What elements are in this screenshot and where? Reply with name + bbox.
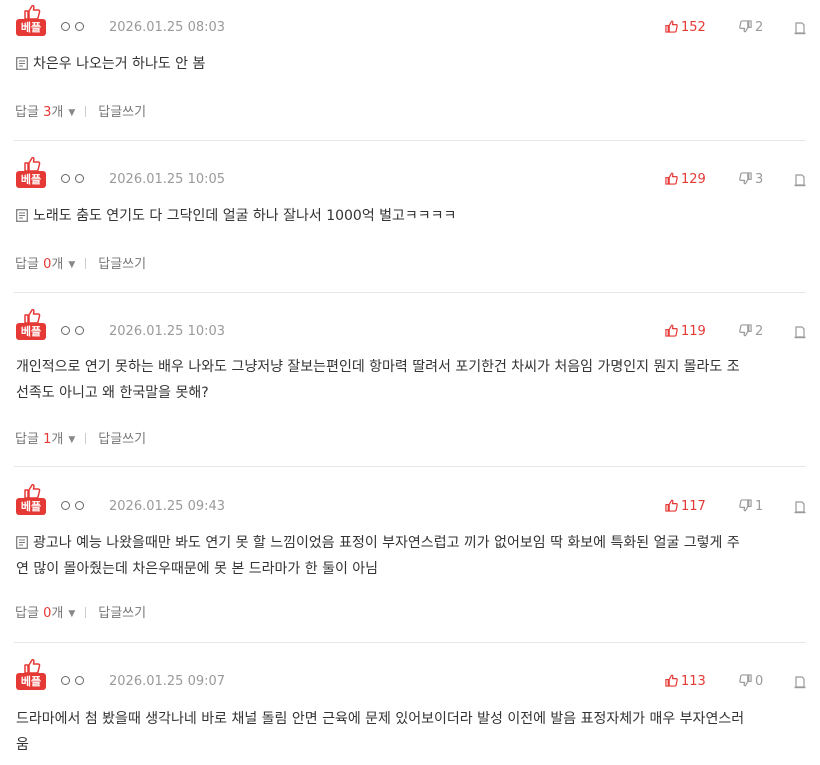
nickname[interactable]	[61, 19, 89, 33]
comment-date: 2026.01.25 10:03	[109, 324, 226, 339]
comment-date: 2026.01.25 09:07	[109, 674, 226, 689]
comment-date: 2026.01.25 08:03	[109, 20, 226, 35]
report-icon[interactable]	[793, 500, 807, 514]
thumbs-up-icon	[24, 156, 41, 172]
write-reply-link[interactable]: 답글쓰기	[98, 105, 146, 120]
like-count: 129	[681, 172, 706, 187]
thumbs-up-icon	[665, 674, 678, 687]
divider	[14, 642, 806, 643]
comment-actions: 답글 0개 ▼ 답글쓰기	[15, 602, 146, 621]
document-icon	[16, 209, 28, 222]
write-reply-link[interactable]: 답글쓰기	[98, 257, 146, 272]
dislike-button[interactable]: 3	[739, 172, 763, 187]
best-comment-badge: 베플	[16, 4, 46, 36]
comment-body: 개인적으로 연기 못하는 배우 나와도 그냥저냥 잘보는편인데 항마력 딸려서 …	[16, 359, 740, 401]
thumbs-down-icon	[739, 172, 752, 185]
comment-item: 베플 2026.01.25 09:07 113 0 드라마에서 첨 봤을때 생각…	[0, 654, 820, 765]
like-button[interactable]: 113	[665, 674, 706, 689]
comment-body: 노래도 춤도 연기도 다 그닥인데 얼굴 하나 잘나서 1000억 벌고ㅋㅋㅋㅋ	[16, 203, 746, 229]
comment-item: 베플 2026.01.25 08:03 152 2 차은우 나오는거 하나도 안…	[0, 0, 820, 141]
like-count: 117	[681, 499, 706, 514]
nickname[interactable]	[61, 171, 89, 185]
best-comment-badge: 베플	[16, 308, 46, 340]
comment-item: 베플 2026.01.25 09:43 117 1 광고나 예능 나왔을때만 봐…	[0, 479, 820, 643]
comment-item: 베플 2026.01.25 10:05 129 3 노래도 춤도 연기도 다 그…	[0, 152, 820, 293]
comment-body: 차은우 나오는거 하나도 안 봄	[16, 51, 746, 77]
dislike-count: 1	[755, 499, 764, 514]
thumbs-down-icon	[739, 499, 752, 512]
reply-toggle[interactable]: 답글 3개 ▼	[15, 105, 75, 120]
chevron-down-icon: ▼	[68, 435, 76, 445]
dislike-count: 3	[755, 172, 764, 187]
best-comment-badge: 베플	[16, 658, 46, 690]
like-count: 119	[681, 324, 706, 339]
document-icon	[16, 536, 28, 549]
dislike-count: 2	[755, 20, 764, 35]
comment-body: 드라마에서 첨 봤을때 생각나네 바로 채널 돌림 안면 근육에 문제 있어보이…	[16, 711, 745, 753]
write-reply-link[interactable]: 답글쓰기	[98, 432, 146, 447]
comment-date: 2026.01.25 09:43	[109, 499, 226, 514]
write-reply-link[interactable]: 답글쓰기	[98, 606, 146, 621]
dislike-button[interactable]: 2	[739, 324, 763, 339]
thumbs-up-icon	[665, 499, 678, 512]
comment-item: 베플 2026.01.25 10:03 119 2 개인적으로 연기 못하는 배…	[0, 304, 820, 467]
comment-date: 2026.01.25 10:05	[109, 172, 226, 187]
thumbs-up-icon	[24, 483, 41, 499]
thumbs-up-icon	[24, 658, 41, 674]
like-button[interactable]: 152	[665, 20, 706, 35]
thumbs-up-icon	[665, 20, 678, 33]
thumbs-up-icon	[24, 308, 41, 324]
comment-actions: 답글 0개 ▼ 답글쓰기	[15, 253, 146, 272]
nickname[interactable]	[61, 498, 89, 512]
dislike-button[interactable]: 0	[739, 674, 763, 689]
chevron-down-icon: ▼	[68, 260, 76, 270]
best-comment-badge: 베플	[16, 483, 46, 515]
nickname[interactable]	[61, 323, 89, 337]
thumbs-down-icon	[739, 20, 752, 33]
chevron-down-icon: ▼	[68, 609, 76, 619]
report-icon[interactable]	[793, 21, 807, 35]
dislike-button[interactable]: 2	[739, 20, 763, 35]
divider	[14, 466, 806, 467]
thumbs-up-icon	[24, 4, 41, 20]
reply-toggle[interactable]: 답글 1개 ▼	[15, 432, 75, 447]
best-comment-badge: 베플	[16, 156, 46, 188]
report-icon[interactable]	[793, 675, 807, 689]
thumbs-down-icon	[739, 324, 752, 337]
like-button[interactable]: 129	[665, 172, 706, 187]
like-count: 152	[681, 20, 706, 35]
thumbs-up-icon	[665, 324, 678, 337]
comment-actions: 답글 1개 ▼ 답글쓰기	[15, 428, 146, 447]
like-button[interactable]: 117	[665, 499, 706, 514]
document-icon	[16, 57, 28, 70]
comment-body: 광고나 예능 나왔을때만 봐도 연기 못 할 느낌이었음 표정이 부자연스럽고 …	[16, 535, 740, 577]
reply-toggle[interactable]: 답글 0개 ▼	[15, 257, 75, 272]
comment-actions: 답글 3개 ▼ 답글쓰기	[15, 101, 146, 120]
nickname[interactable]	[61, 673, 89, 687]
chevron-down-icon: ▼	[68, 108, 76, 118]
like-count: 113	[681, 674, 706, 689]
report-icon[interactable]	[793, 173, 807, 187]
divider	[14, 140, 806, 141]
report-icon[interactable]	[793, 325, 807, 339]
divider	[14, 292, 806, 293]
dislike-button[interactable]: 1	[739, 499, 763, 514]
reply-toggle[interactable]: 답글 0개 ▼	[15, 606, 75, 621]
like-button[interactable]: 119	[665, 324, 706, 339]
dislike-count: 2	[755, 324, 764, 339]
thumbs-down-icon	[739, 674, 752, 687]
thumbs-up-icon	[665, 172, 678, 185]
dislike-count: 0	[755, 674, 764, 689]
